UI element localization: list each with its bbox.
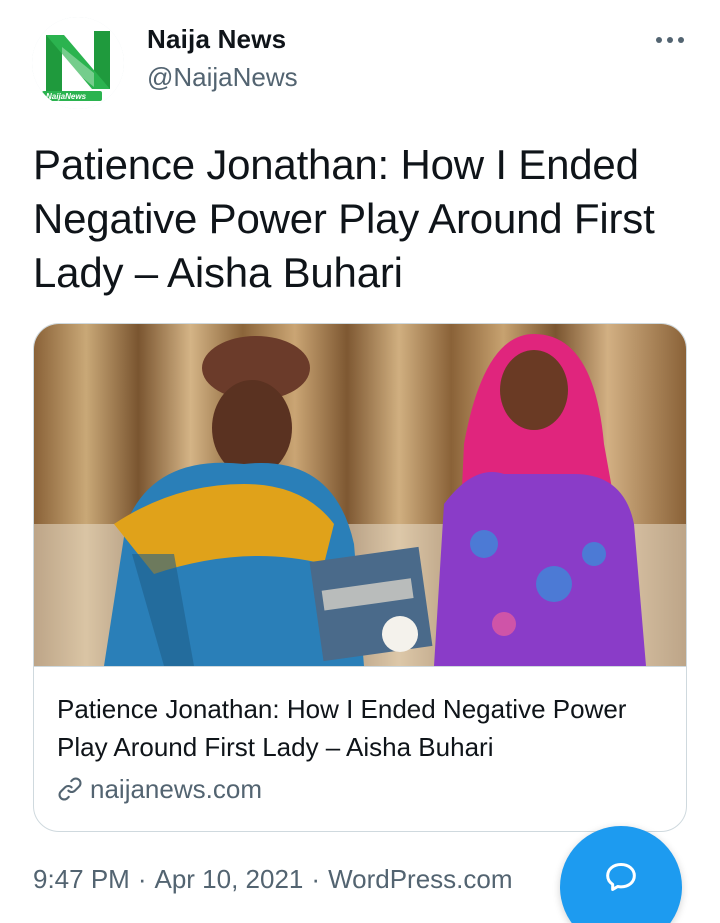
compose-button[interactable] bbox=[560, 826, 682, 923]
chat-bubble-icon bbox=[606, 863, 636, 891]
card-photo bbox=[34, 324, 686, 666]
card-domain-row[interactable]: naijanews.com bbox=[56, 771, 262, 807]
link-icon bbox=[56, 775, 84, 803]
more-dot bbox=[667, 37, 673, 43]
card-title[interactable]: Patience Jonathan: How I Ended Negative … bbox=[57, 690, 672, 766]
more-dot bbox=[678, 37, 684, 43]
tweet-meta: 9:47 PM · Apr 10, 2021 · WordPress.com bbox=[33, 864, 513, 895]
card-image[interactable] bbox=[34, 324, 686, 667]
card-domain: naijanews.com bbox=[90, 773, 262, 804]
tweet-time[interactable]: 9:47 PM bbox=[33, 864, 130, 894]
more-icon[interactable] bbox=[650, 24, 690, 56]
tweet-source[interactable]: WordPress.com bbox=[328, 864, 512, 894]
tweet-page: NaijaNews Naija News @NaijaNews Patience… bbox=[0, 0, 720, 923]
meta-separator: · bbox=[311, 864, 321, 894]
svg-text:NaijaNews: NaijaNews bbox=[46, 92, 87, 101]
meta-separator: · bbox=[137, 864, 147, 894]
tweet-text: Patience Jonathan: How I Ended Negative … bbox=[33, 141, 655, 296]
more-dot bbox=[656, 37, 662, 43]
naija-news-logo: NaijaNews bbox=[32, 17, 124, 109]
account-handle[interactable]: @NaijaNews bbox=[147, 62, 298, 93]
tweet-date[interactable]: Apr 10, 2021 bbox=[155, 864, 304, 894]
avatar[interactable]: NaijaNews bbox=[32, 17, 124, 109]
display-name[interactable]: Naija News bbox=[147, 24, 286, 55]
link-card[interactable]: Patience Jonathan: How I Ended Negative … bbox=[33, 323, 687, 832]
